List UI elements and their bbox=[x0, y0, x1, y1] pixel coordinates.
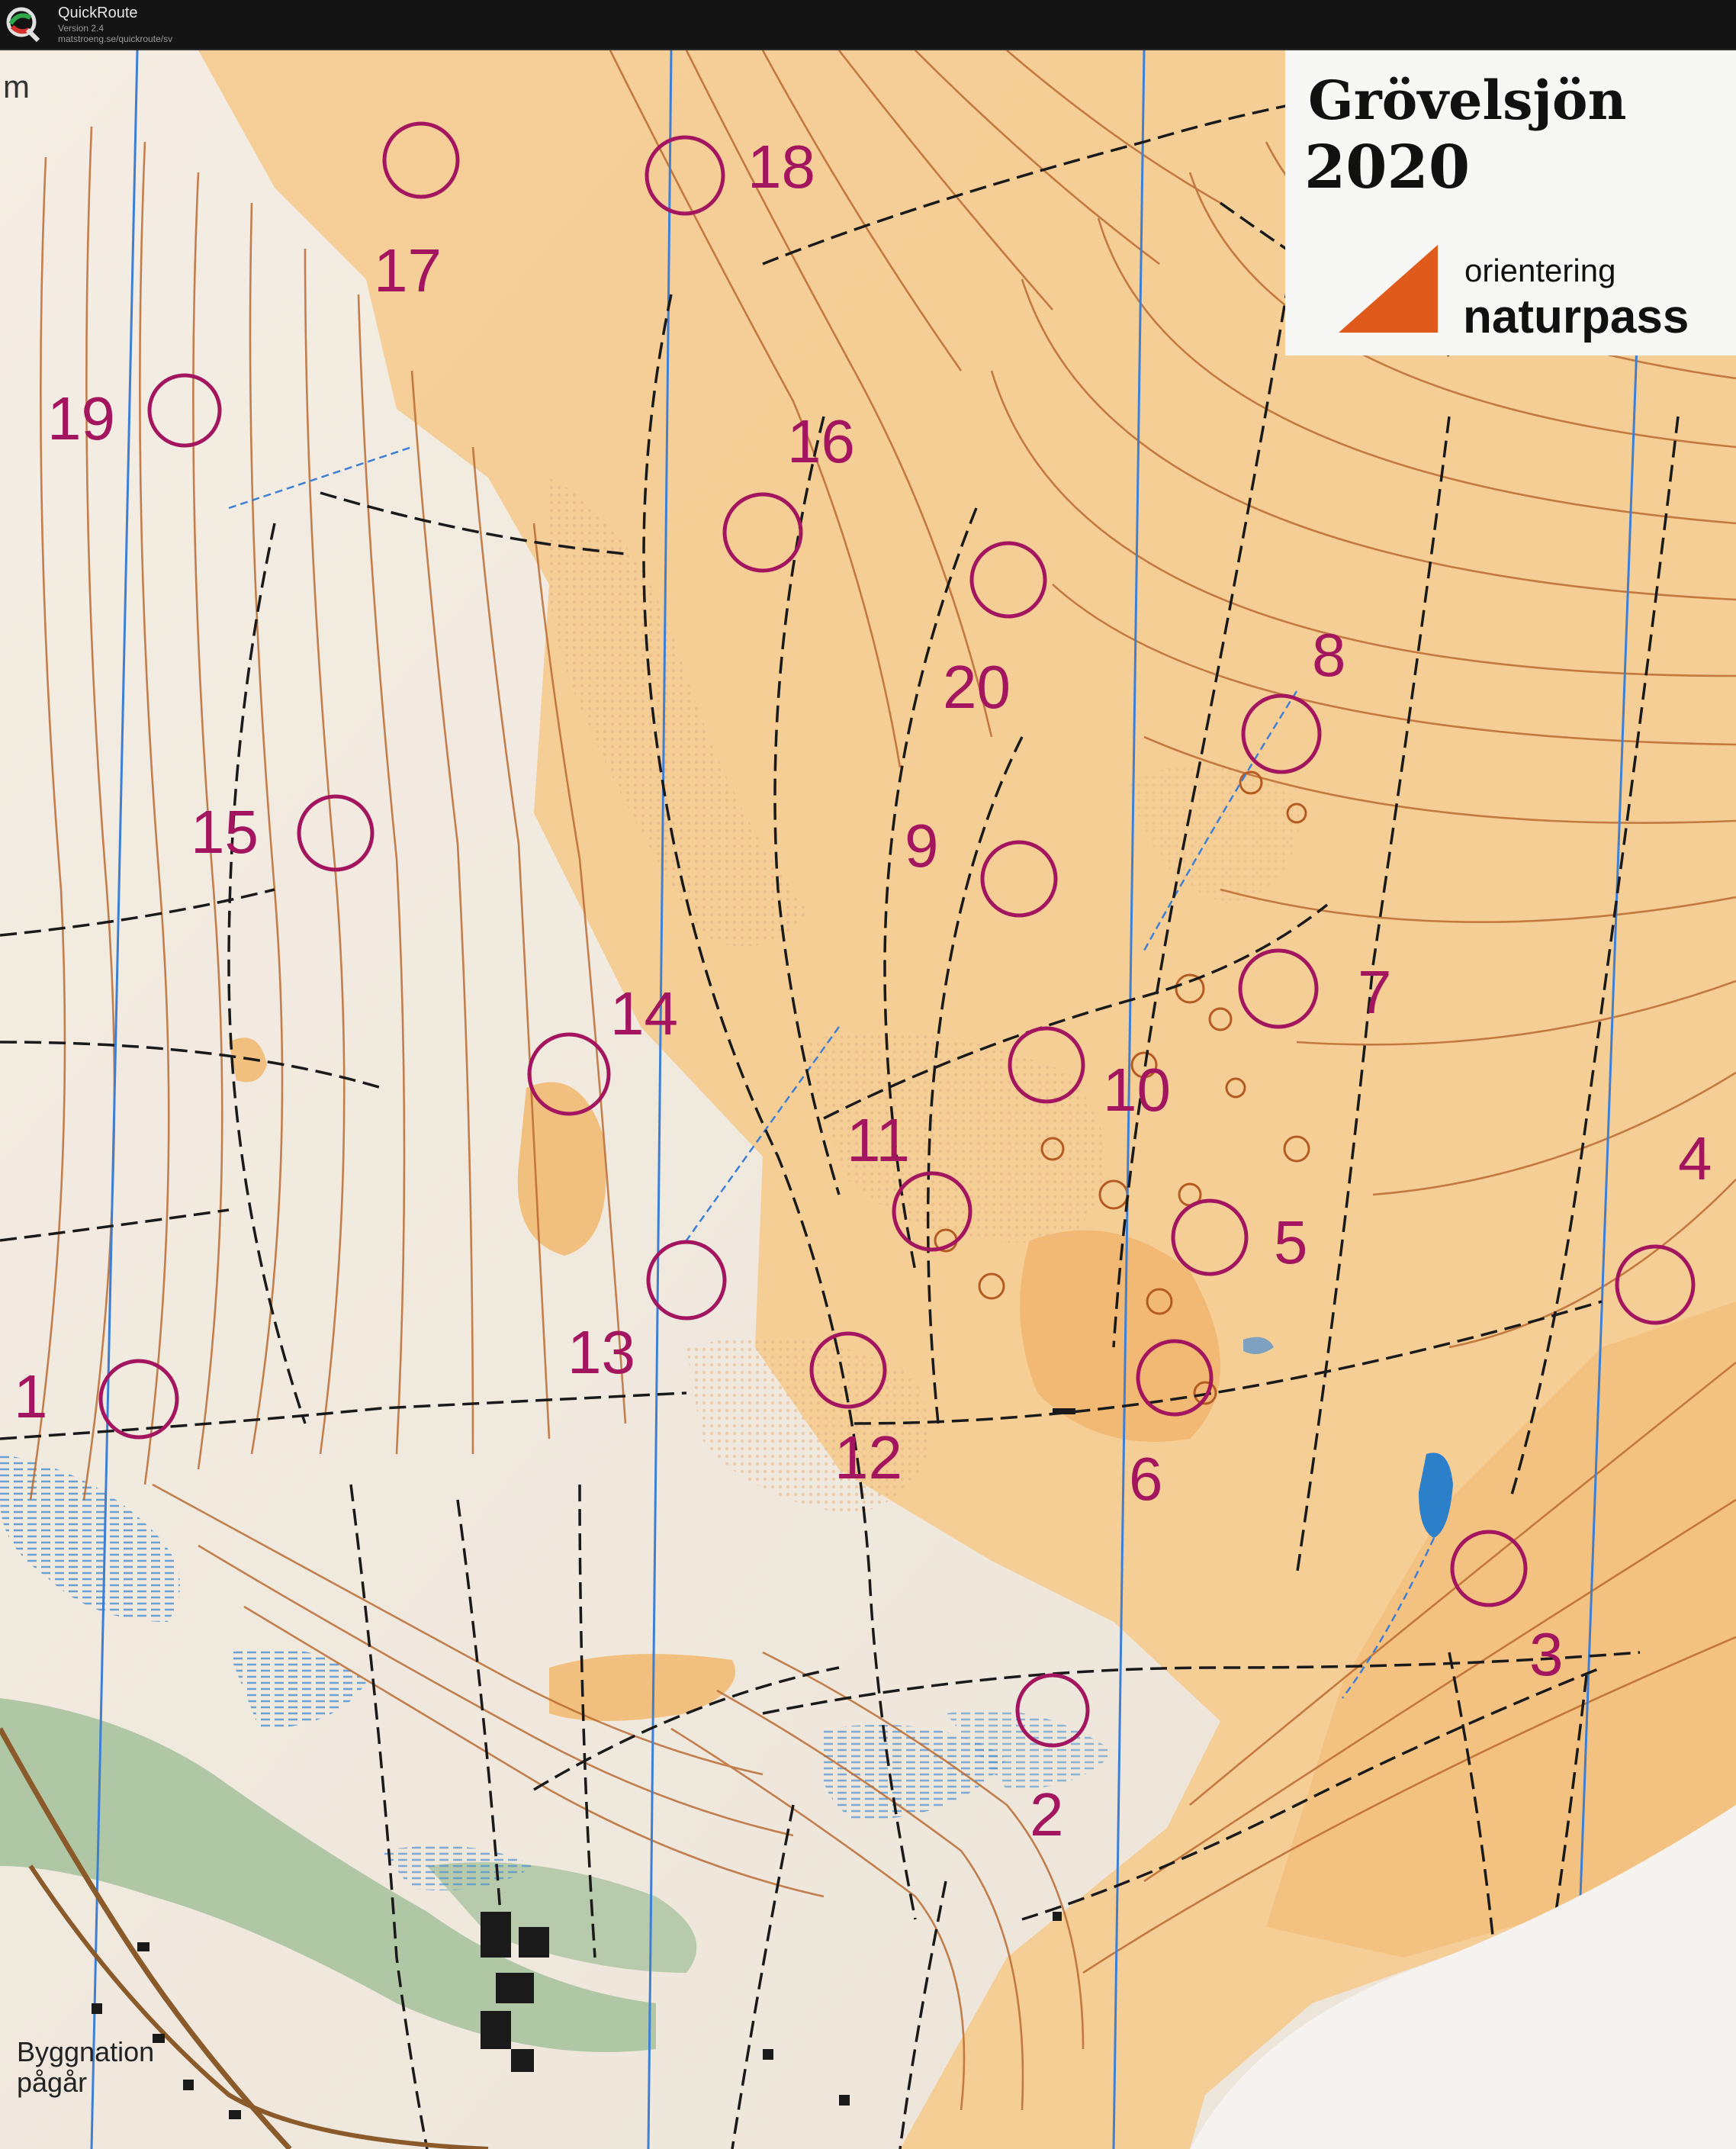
control-number-10: 10 bbox=[1103, 1056, 1171, 1124]
corner-text: m bbox=[3, 69, 30, 105]
control-number-19: 19 bbox=[47, 384, 115, 452]
map-title: Grövelsjön bbox=[1308, 69, 1626, 132]
control-number-5: 5 bbox=[1274, 1208, 1308, 1276]
orienteering-map[interactable]: Grövelsjön 2020 orientering naturpass m … bbox=[0, 50, 1736, 2149]
control-number-13: 13 bbox=[567, 1318, 635, 1386]
control-number-20: 20 bbox=[943, 653, 1011, 721]
construction-note-line2: pågår bbox=[17, 2067, 87, 2098]
app-url: matstroeng.se/quickroute/sv bbox=[58, 34, 173, 44]
control-number-17: 17 bbox=[374, 236, 442, 304]
title-bar: QuickRoute Version 2.4 matstroeng.se/qui… bbox=[0, 0, 1736, 50]
control-number-7: 7 bbox=[1358, 958, 1392, 1026]
control-number-12: 12 bbox=[834, 1424, 902, 1491]
control-number-15: 15 bbox=[191, 798, 259, 866]
control-number-11: 11 bbox=[847, 1106, 910, 1174]
control-number-9: 9 bbox=[905, 812, 939, 880]
control-number-14: 14 bbox=[610, 980, 678, 1047]
control-number-1: 1 bbox=[14, 1362, 48, 1430]
map-year: 2020 bbox=[1304, 133, 1470, 202]
construction-note-line1: Byggnation bbox=[17, 2036, 154, 2067]
control-number-18: 18 bbox=[747, 133, 815, 201]
control-number-3: 3 bbox=[1529, 1620, 1564, 1688]
app-version: Version 2.4 bbox=[58, 23, 104, 34]
brand-naturpass: naturpass bbox=[1463, 291, 1689, 343]
control-number-4: 4 bbox=[1678, 1124, 1712, 1192]
app-title: QuickRoute bbox=[58, 5, 138, 21]
brand-orientering: orientering bbox=[1464, 253, 1615, 288]
control-number-16: 16 bbox=[787, 407, 855, 475]
control-number-8: 8 bbox=[1312, 621, 1346, 689]
map-viewport[interactable]: Grövelsjön 2020 orientering naturpass m … bbox=[0, 50, 1736, 2149]
map-title-box: Grövelsjön 2020 orientering naturpass bbox=[1285, 50, 1736, 355]
quickroute-logo-icon bbox=[6, 7, 40, 43]
control-number-6: 6 bbox=[1129, 1445, 1163, 1513]
control-number-2: 2 bbox=[1030, 1781, 1064, 1848]
